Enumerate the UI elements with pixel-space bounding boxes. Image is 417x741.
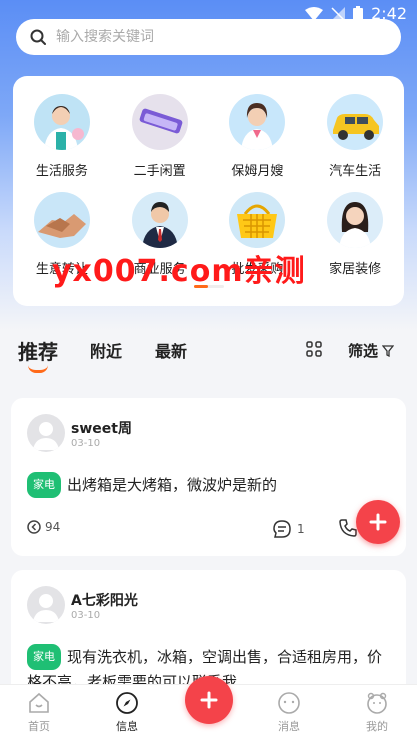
watermark-text: yx007.com亲测 (52, 254, 306, 289)
nav-info-label: 信息 (116, 720, 138, 733)
profile-icon (367, 692, 387, 714)
carousel-indicator-active (194, 285, 208, 288)
category-second-hand[interactable]: 二手闲置 (111, 94, 209, 179)
post-card[interactable]: sweet周 03-10 家电 出烤箱是大烤箱，微波炉是新的 94 1 (11, 398, 406, 556)
view-count: 94 (27, 520, 60, 534)
housekeeper-avatar (33, 94, 90, 150)
eye-icon (27, 520, 41, 534)
car-icon (327, 94, 384, 150)
post-date: 03-10 (71, 438, 101, 449)
feed-tabs: 推荐 附近 最新 筛选 (0, 330, 417, 373)
category-label: 生活服务 (35, 164, 88, 179)
woman-avatar (327, 192, 384, 248)
tab-nearby[interactable]: 附近 (90, 338, 122, 362)
add-post-button[interactable] (356, 500, 400, 544)
carousel-indicator (194, 285, 224, 288)
post-tag: 家电 (27, 472, 61, 498)
filter-button[interactable]: 筛选 (348, 340, 395, 361)
avatar[interactable] (27, 414, 65, 452)
nav-messages[interactable]: 消息 (259, 691, 319, 734)
funnel-icon (382, 344, 395, 357)
nav-mine-label: 我的 (366, 720, 388, 733)
message-icon (278, 692, 300, 714)
nav-messages-label: 消息 (278, 720, 300, 733)
post-tag: 家电 (27, 644, 61, 670)
search-bar[interactable] (16, 19, 401, 55)
home-icon (29, 692, 49, 713)
post-text: 出烤箱是大烤箱，微波炉是新的 (67, 476, 278, 494)
nanny-avatar (229, 94, 286, 150)
post-date: 03-10 (71, 610, 101, 621)
nav-info[interactable]: 信息 (97, 691, 157, 734)
tab-active-indicator (28, 365, 48, 373)
tab-latest[interactable]: 最新 (155, 338, 187, 362)
category-label: 家居装修 (329, 262, 382, 277)
bottom-nav: 首页 信息 消息 我的 (0, 676, 417, 741)
plus-icon (369, 513, 387, 531)
category-label: 汽车生活 (329, 164, 382, 179)
plus-icon (200, 691, 218, 709)
nav-home-label: 首页 (28, 720, 50, 733)
tab-recommend[interactable]: 推荐 (18, 336, 58, 365)
avatar[interactable] (27, 586, 65, 624)
handshake-icon (33, 192, 90, 248)
post-content[interactable]: 家电 出烤箱是大烤箱，微波炉是新的 (27, 472, 387, 498)
view-count-value: 94 (45, 520, 61, 534)
category-nanny[interactable]: 保姆月嫂 (209, 94, 307, 179)
post-author[interactable]: A七彩阳光 (71, 590, 138, 610)
phone-icon[interactable] (339, 519, 357, 537)
shopping-basket-icon (229, 192, 286, 248)
businessman-avatar (131, 192, 188, 248)
category-car-life[interactable]: 汽车生活 (306, 94, 404, 179)
grid-view-icon[interactable] (306, 341, 322, 357)
post-footer: 94 1 (27, 519, 387, 540)
search-icon (30, 29, 46, 45)
category-card: 生活服务 二手闲置 保姆月嫂 汽车生活 生意转让 商业服务 批发采购 家居装修 … (13, 76, 404, 306)
category-life-services[interactable]: 生活服务 (13, 94, 111, 179)
comment-count: 1 (297, 522, 305, 536)
search-input[interactable] (56, 29, 356, 45)
filter-label: 筛选 (348, 342, 379, 360)
publish-button[interactable] (185, 676, 233, 724)
nav-mine[interactable]: 我的 (347, 691, 407, 734)
post-author[interactable]: sweet周 (71, 418, 132, 438)
comment-icon (273, 520, 291, 538)
category-home-decoration[interactable]: 家居装修 (306, 192, 404, 277)
category-label: 保姆月嫂 (231, 164, 284, 179)
comment-button[interactable]: 1 (273, 520, 305, 538)
category-label: 二手闲置 (133, 164, 186, 179)
nav-home[interactable]: 首页 (9, 691, 69, 734)
compass-icon (116, 692, 138, 714)
phone-product-icon (131, 94, 188, 150)
